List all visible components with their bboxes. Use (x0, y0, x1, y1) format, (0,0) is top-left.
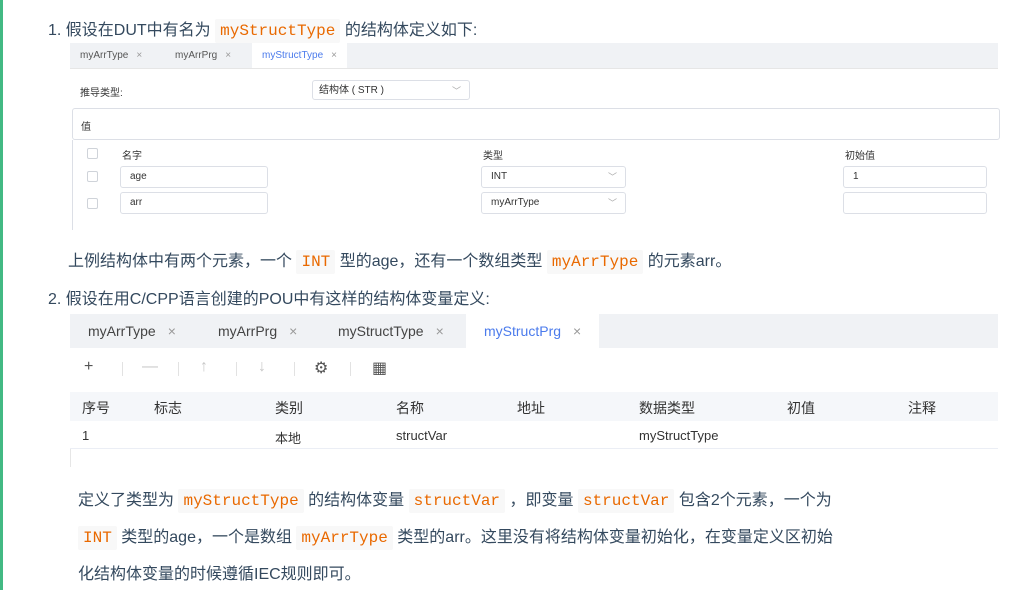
member-name-field[interactable]: age (120, 166, 268, 188)
close-icon[interactable]: × (225, 50, 231, 61)
inline-code: INT (78, 526, 117, 550)
blockquote-accent-bar (0, 0, 3, 590)
item-text: 假设在DUT中有名为 (65, 22, 211, 39)
values-panel-header: 值 (72, 108, 1000, 140)
toolbar-separator (294, 362, 295, 376)
toolbar-separator (236, 362, 237, 376)
paragraph-2-line-1: 定义了类型为 myStructType 的结构体变量 structVar ，即变… (78, 486, 832, 513)
chevron-down-icon: ﹀ (607, 172, 617, 182)
member-init-field[interactable] (843, 192, 987, 214)
list-item-2: 2. 假设在用C/CPP语言创建的POU中有这样的结构体变量定义: (48, 285, 490, 309)
inline-code: myStructType (215, 19, 341, 43)
close-icon[interactable]: × (331, 50, 337, 61)
cell-category: 本地 (275, 431, 302, 446)
member-init-field[interactable]: 1 (843, 166, 987, 188)
row-checkbox[interactable] (87, 198, 98, 209)
column-header-name: 名字 (122, 151, 142, 162)
column-header-flag: 标志 (154, 400, 182, 416)
tab-myarrtype[interactable]: myArrType × (70, 43, 152, 68)
item-text: 假设在用C/CPP语言创建的POU中有这样的结构体变量定义: (65, 291, 490, 308)
settings-gear-icon[interactable]: ⚙ (314, 358, 328, 378)
column-header-category: 类别 (275, 400, 303, 416)
editor-tab-bar: myArrType × myArrPrg × myStructType × (70, 43, 998, 68)
tab-myarrtype[interactable]: myArrType × (70, 314, 194, 348)
item-text: 的结构体定义如下: (344, 22, 478, 39)
add-button[interactable]: + (84, 358, 93, 376)
list-number: 2. (48, 291, 62, 308)
remove-button[interactable]: — (142, 358, 158, 376)
close-icon[interactable]: × (436, 323, 444, 339)
member-type-select[interactable]: myArrType ﹀ (481, 192, 626, 214)
list-item-1: 1. 假设在DUT中有名为 myStructType 的结构体定义如下: (48, 16, 478, 43)
member-type-select[interactable]: INT ﹀ (481, 166, 626, 188)
move-up-button[interactable]: ↑ (200, 358, 208, 376)
chevron-down-icon: ﹀ (607, 198, 617, 208)
table-row[interactable] (70, 421, 998, 449)
column-header-index: 序号 (82, 400, 110, 416)
select-all-checkbox[interactable] (87, 148, 98, 159)
row-checkbox[interactable] (87, 171, 98, 182)
derived-type-label: 推导类型: (80, 88, 123, 99)
inline-code: structVar (577, 489, 675, 513)
values-label: 值 (81, 122, 91, 133)
close-icon[interactable]: × (136, 50, 142, 61)
inline-code: myArrType (296, 526, 393, 550)
list-number: 1. (48, 22, 62, 39)
cell-index: 1 (82, 428, 90, 443)
cell-name: structVar (396, 428, 448, 443)
tab-mystructtype[interactable]: myStructType × (320, 314, 462, 348)
move-down-button[interactable]: ↓ (258, 358, 266, 376)
editor-tab-bar: myArrType × myArrPrg × myStructType × myStr… (70, 314, 998, 348)
toolbar-separator (178, 362, 179, 376)
close-icon[interactable]: × (168, 323, 176, 339)
close-icon[interactable]: × (289, 323, 297, 339)
inline-code: INT (296, 250, 336, 274)
paragraph-2-line-2: INT 类型的age，一个是数组 myArrType 类型的arr。这里没有将结… (78, 523, 833, 550)
tab-myarrprg[interactable]: myArrPrg × (165, 43, 241, 68)
panel-border (70, 449, 71, 467)
column-header-init: 初值 (787, 400, 815, 416)
panel-border (72, 140, 73, 230)
paragraph-1: 上例结构体中有两个元素，一个 INT 型的age，还有一个数组类型 myArrT… (68, 247, 731, 274)
derived-type-select[interactable]: 结构体 ( STR ) ﹀ (312, 80, 470, 100)
column-header-datatype: 数据类型 (639, 400, 695, 416)
cell-datatype: myStructType (639, 428, 719, 443)
column-header-comment: 注释 (908, 400, 936, 416)
tab-mystructprg[interactable]: myStructPrg × (466, 314, 600, 348)
table-grid-icon[interactable]: ▦ (372, 358, 387, 378)
tab-myarrprg[interactable]: myArrPrg × (200, 314, 315, 348)
toolbar-separator (122, 362, 123, 376)
toolbar-separator (350, 362, 351, 376)
inline-code: myArrType (546, 250, 644, 274)
inline-code: myStructType (178, 489, 304, 513)
inline-code: structVar (408, 489, 506, 513)
chevron-down-icon: ﹀ (451, 86, 461, 96)
column-header-address: 地址 (517, 400, 545, 416)
column-header-type: 类型 (483, 151, 503, 162)
member-name-field[interactable]: arr (120, 192, 268, 214)
close-icon[interactable]: × (573, 323, 581, 339)
divider (70, 68, 998, 69)
column-header-name: 名称 (396, 400, 424, 416)
tab-mystructtype[interactable]: myStructType × (252, 43, 347, 68)
paragraph-2-line-3: 化结构体变量的时候遵循IEC规则即可。 (78, 566, 361, 583)
column-header-init: 初始值 (845, 151, 875, 162)
